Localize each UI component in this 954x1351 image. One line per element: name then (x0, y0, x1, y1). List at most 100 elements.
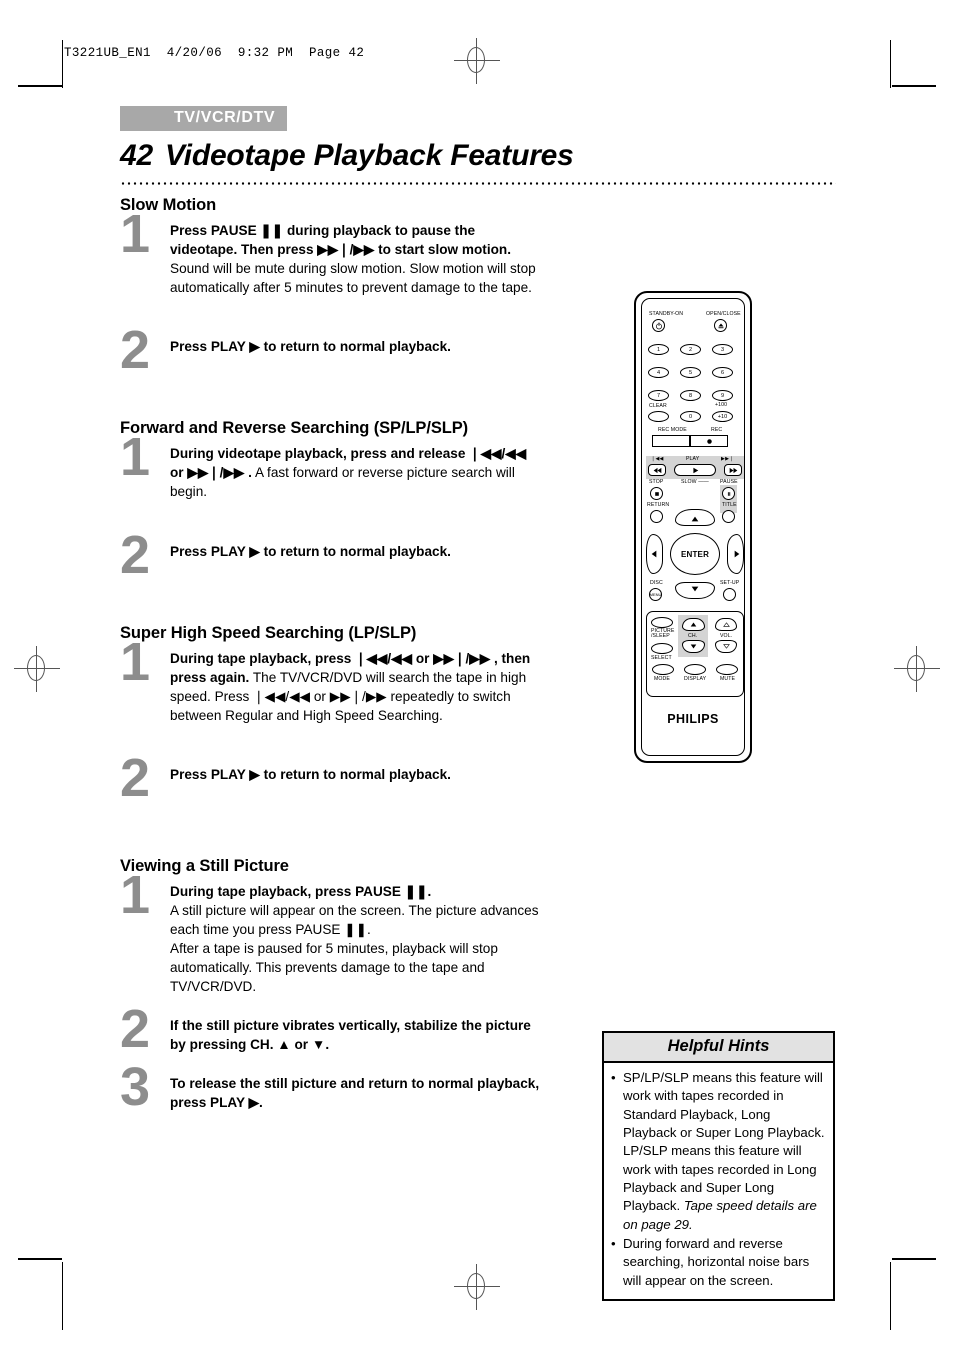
step-text: Press PAUSE ❚❚ during playback to pause … (170, 223, 536, 296)
navigate-up-button[interactable] (675, 509, 715, 526)
rewind-button[interactable] (648, 464, 666, 476)
title-button[interactable] (722, 510, 735, 523)
step-slow-motion-1: 1 Press PAUSE ❚❚ during playback to paus… (120, 207, 540, 297)
navigate-left-button[interactable] (646, 534, 663, 574)
clear-label: CLEAR (649, 403, 667, 409)
number-key-2[interactable]: 2 (680, 344, 701, 355)
section-kicker: TV/VCR/DTV (120, 106, 288, 131)
rec-mode-label: REC MODE (658, 427, 687, 433)
mute-button[interactable] (716, 664, 738, 675)
step-text: During tape playback, press PAUSE ❚❚. A s… (170, 883, 539, 995)
hint-item: • During forward and reverse searching, … (611, 1235, 825, 1290)
step-text: Press PLAY ▶ to return to normal playbac… (170, 766, 451, 782)
volume-up-button[interactable] (715, 618, 737, 631)
rewind-icon (653, 467, 661, 473)
standby-on-button[interactable] (652, 319, 665, 332)
trim-line-right-bottom (890, 1262, 892, 1330)
step-text: To release the still picture and return … (170, 1076, 540, 1111)
print-header: T3221UB_EN1 4/20/06 9:32 PM Page 42 (64, 46, 365, 60)
step-still-picture-2: 2 If the still picture vibrates vertical… (120, 1002, 540, 1056)
power-icon (655, 322, 662, 329)
number-key-5[interactable]: 5 (680, 367, 701, 378)
return-label: RETURN (647, 502, 670, 508)
step-forward-reverse-1: 1 During videotape playback, press and r… (120, 430, 540, 501)
number-key-7[interactable]: 7 (648, 390, 669, 401)
setup-button[interactable] (723, 588, 736, 601)
number-key-0[interactable]: 0 (680, 411, 701, 422)
step-number: 2 (120, 747, 151, 808)
select-button[interactable] (651, 643, 673, 654)
rec-button[interactable] (690, 435, 728, 447)
step-text: Press PLAY ▶ to return to normal playbac… (170, 339, 451, 355)
number-key-1[interactable]: 1 (648, 344, 669, 355)
hint-text: During forward and reverse searching, ho… (623, 1236, 810, 1288)
mode-button[interactable] (652, 664, 674, 675)
remote-body: STANDBY-ON OPEN/CLOSE 1 2 3 4 5 6 7 8 9 … (634, 291, 752, 763)
helpful-hints-title: Helpful Hints (604, 1033, 833, 1063)
registration-mark-right (894, 646, 940, 692)
number-key-3[interactable]: 3 (712, 344, 733, 355)
step-forward-reverse-2: 2 Press PLAY ▶ to return to normal playb… (120, 528, 540, 582)
slow-label: SLOW —— (681, 479, 709, 485)
section-heading-forward-reverse-searching: Forward and Reverse Searching (SP/LP/SLP… (120, 419, 468, 438)
page-title: 42 Videotape Playback Features (120, 139, 836, 173)
crop-mark-bottom-left (18, 1258, 62, 1260)
pause-button[interactable] (722, 487, 735, 500)
channel-label: CH. (688, 633, 698, 639)
rec-mode-button[interactable] (652, 435, 690, 447)
stop-icon (654, 491, 659, 496)
chevron-up-icon (691, 516, 699, 522)
number-key-4[interactable]: 4 (648, 367, 669, 378)
step-text: During tape playback, press ❘◀◀/◀◀ or ▶▶… (170, 650, 531, 723)
hint-item: • SP/LP/SLP means this feature will work… (611, 1069, 825, 1234)
clear-button[interactable] (648, 411, 669, 422)
step-number: 1 (120, 204, 151, 265)
setup-label: SET-UP (720, 580, 740, 586)
step-super-high-speed-2: 2 Press PLAY ▶ to return to normal playb… (120, 751, 540, 805)
chevron-left-icon (651, 550, 656, 558)
picture-sleep-label: PICTURE/SLEEP (651, 628, 675, 640)
fast-forward-button[interactable] (724, 464, 742, 476)
mute-label: MUTE (720, 676, 736, 682)
step-still-picture-3: 3 To release the still picture and retur… (120, 1060, 540, 1114)
plus10-button[interactable]: +10 (712, 411, 733, 422)
stop-label: STOP (649, 479, 664, 485)
picture-sleep-button[interactable] (651, 617, 673, 628)
fast-forward-icon (729, 467, 737, 473)
display-button[interactable] (684, 664, 706, 675)
crop-mark-top-left (18, 85, 62, 87)
return-button[interactable] (650, 510, 663, 523)
registration-mark-left (14, 646, 60, 692)
stop-button[interactable] (650, 487, 663, 500)
chevron-right-icon (734, 550, 739, 558)
step-text: If the still picture vibrates vertically… (170, 1018, 531, 1053)
open-close-button[interactable] (714, 319, 727, 332)
brand-logo: PHILIPS (667, 712, 719, 726)
pause-icon (727, 491, 730, 496)
step-still-picture-1: 1 During tape playback, press PAUSE ❚❚. A… (120, 868, 540, 996)
channel-up-button[interactable] (682, 618, 705, 631)
step-text: Press PLAY ▶ to return to normal playbac… (170, 543, 451, 559)
step-number: 1 (120, 864, 151, 925)
fast-forward-symbol-label: ▶▶❘ (721, 456, 734, 462)
enter-button[interactable]: ENTER (670, 533, 720, 575)
rewind-symbol-label: ❘◀◀ (651, 456, 664, 462)
trim-line-left-bottom (62, 1262, 64, 1330)
open-close-label: OPEN/CLOSE (706, 311, 741, 317)
step-number: 3 (120, 1057, 151, 1118)
page-content: TV/VCR/DTV 42 Videotape Playback Features… (120, 106, 836, 1302)
section-heading-slow-motion: Slow Motion (120, 196, 217, 214)
hint-text: SP/LP/SLP means this feature will work w… (623, 1070, 825, 1232)
trim-line-right-top (890, 40, 892, 88)
step-slow-motion-2: 2 Press PLAY ▶ to return to normal playb… (120, 323, 540, 377)
chevron-down-icon (690, 644, 697, 649)
number-key-6[interactable]: 6 (712, 367, 733, 378)
disc-menu-button[interactable]: MENU (649, 588, 662, 601)
number-key-8[interactable]: 8 (680, 390, 701, 401)
title-divider (120, 178, 836, 185)
play-button[interactable] (674, 464, 716, 476)
navigate-right-button[interactable] (727, 534, 744, 574)
number-key-9[interactable]: 9 (712, 390, 733, 401)
page-title-text: Videotape Playback Features (164, 139, 574, 172)
disc-label: DISC (650, 580, 663, 586)
